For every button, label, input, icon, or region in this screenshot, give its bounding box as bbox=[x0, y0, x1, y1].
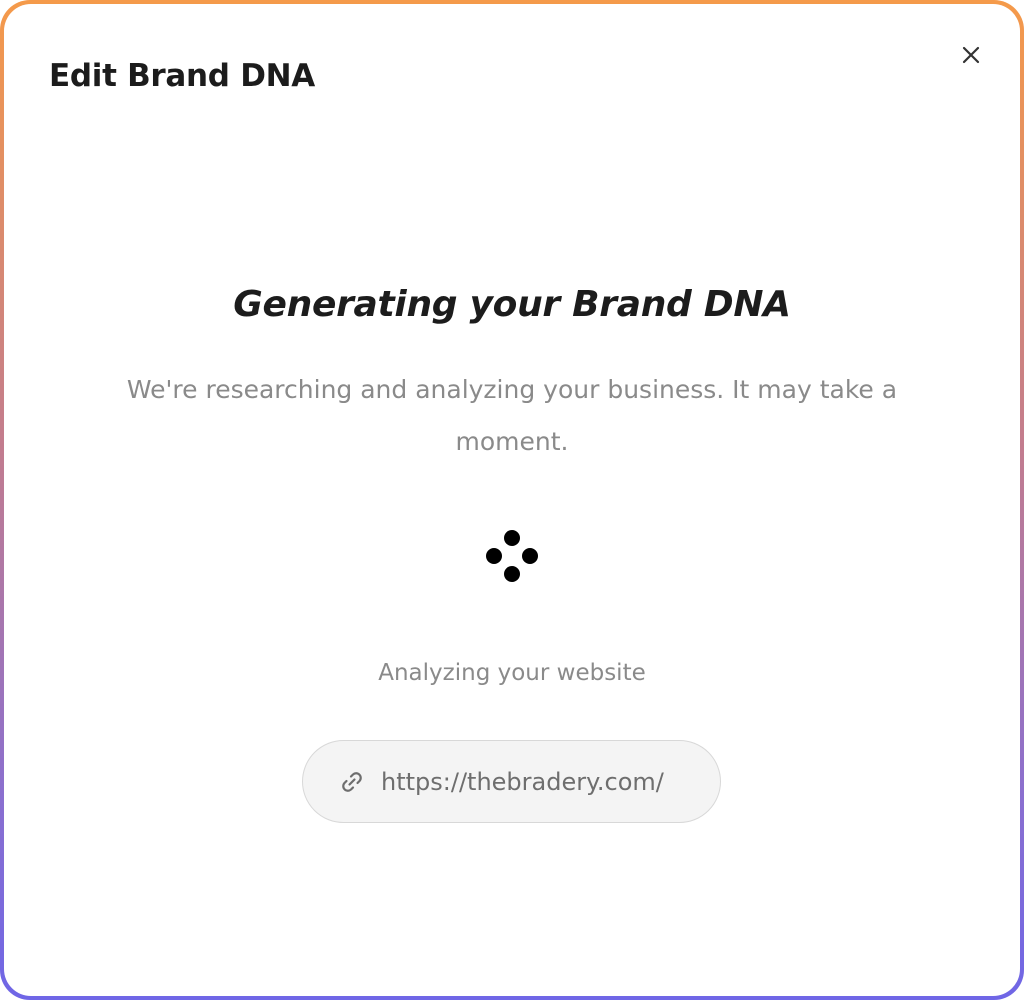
close-icon bbox=[962, 46, 980, 64]
website-url: https://thebradery.com/ bbox=[381, 767, 664, 796]
modal-gradient-border: Edit Brand DNA Generating your Brand DNA… bbox=[0, 0, 1024, 1000]
loading-dots-icon bbox=[486, 530, 538, 582]
generating-description: We're researching and analyzing your bus… bbox=[126, 375, 898, 456]
generating-heading: Generating your Brand DNA bbox=[233, 284, 791, 325]
website-url-chip: https://thebradery.com/ bbox=[302, 740, 721, 823]
link-icon bbox=[337, 767, 367, 797]
modal-title: Edit Brand DNA bbox=[49, 58, 315, 94]
close-button[interactable] bbox=[956, 40, 986, 70]
analyzing-status: Analyzing your website bbox=[378, 660, 646, 686]
edit-brand-dna-modal: Edit Brand DNA Generating your Brand DNA… bbox=[4, 4, 1020, 996]
